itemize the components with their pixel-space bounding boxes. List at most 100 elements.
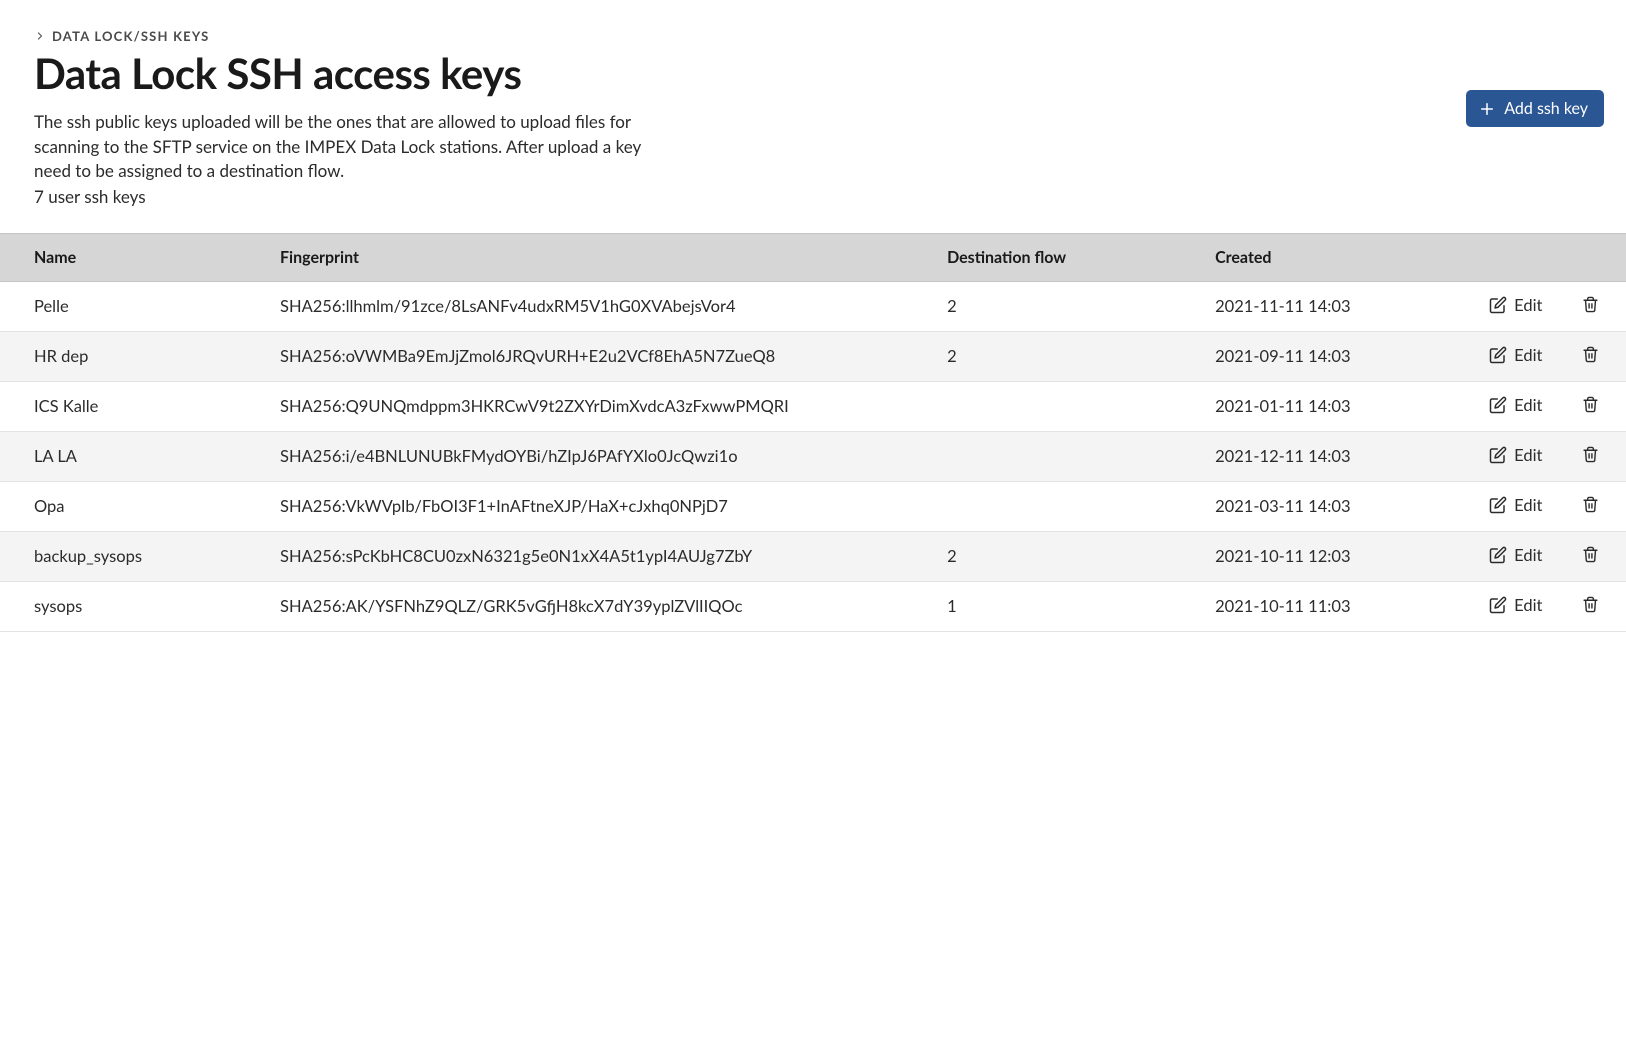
cell-name: sysops [0, 581, 268, 631]
edit-icon [1489, 596, 1507, 614]
page-description: The ssh public keys uploaded will be the… [34, 110, 674, 184]
table-row: backup_sysopsSHA256:sPcKbHC8CU0zxN6321g5… [0, 531, 1626, 581]
cell-edit: Edit [1447, 281, 1554, 331]
col-header-name[interactable]: Name [0, 233, 268, 281]
trash-icon [1582, 496, 1599, 513]
cell-created: 2021-12-11 14:03 [1203, 431, 1447, 481]
edit-button[interactable]: Edit [1489, 595, 1542, 615]
cell-fingerprint: SHA256:AK/YSFNhZ9QLZ/GRK5vGfjH8kcX7dY39y… [268, 581, 935, 631]
cell-created: 2021-11-11 14:03 [1203, 281, 1447, 331]
delete-button[interactable] [1582, 296, 1599, 313]
plus-icon [1478, 100, 1496, 118]
ssh-keys-table: Name Fingerprint Destination flow Create… [0, 233, 1626, 632]
col-header-actions-edit [1447, 233, 1554, 281]
edit-button[interactable]: Edit [1489, 445, 1542, 465]
breadcrumb-text: DATA LOCK/SSH KEYS [52, 28, 209, 44]
table-row: OpaSHA256:VkWVpIb/FbOI3F1+InAFtneXJP/HaX… [0, 481, 1626, 531]
edit-button[interactable]: Edit [1489, 495, 1542, 515]
cell-created: 2021-10-11 12:03 [1203, 531, 1447, 581]
trash-icon [1582, 546, 1599, 563]
edit-icon [1489, 396, 1507, 414]
cell-edit: Edit [1447, 481, 1554, 531]
trash-icon [1582, 396, 1599, 413]
table-row: ICS KalleSHA256:Q9UNQmdppm3HKRCwV9t2ZXYr… [0, 381, 1626, 431]
cell-name: LA LA [0, 431, 268, 481]
page-title: Data Lock SSH access keys [34, 48, 1592, 98]
cell-destination-flow: 2 [935, 331, 1203, 381]
col-header-destination[interactable]: Destination flow [935, 233, 1203, 281]
cell-delete [1554, 381, 1626, 431]
cell-delete [1554, 531, 1626, 581]
add-ssh-key-button[interactable]: Add ssh key [1466, 90, 1604, 127]
cell-fingerprint: SHA256:VkWVpIb/FbOI3F1+InAFtneXJP/HaX+cJ… [268, 481, 935, 531]
cell-destination-flow: 2 [935, 531, 1203, 581]
key-count: 7 user ssh keys [34, 186, 1592, 207]
delete-button[interactable] [1582, 496, 1599, 513]
cell-delete [1554, 431, 1626, 481]
delete-button[interactable] [1582, 346, 1599, 363]
cell-destination-flow: 1 [935, 581, 1203, 631]
cell-name: HR dep [0, 331, 268, 381]
cell-delete [1554, 281, 1626, 331]
edit-button[interactable]: Edit [1489, 345, 1542, 365]
cell-fingerprint: SHA256:i/e4BNLUNUBkFMydOYBi/hZIpJ6PAfYXl… [268, 431, 935, 481]
edit-label: Edit [1514, 345, 1542, 365]
edit-icon [1489, 546, 1507, 564]
edit-label: Edit [1514, 395, 1542, 415]
cell-edit: Edit [1447, 531, 1554, 581]
col-header-actions-delete [1554, 233, 1626, 281]
delete-button[interactable] [1582, 446, 1599, 463]
cell-destination-flow: 2 [935, 281, 1203, 331]
edit-label: Edit [1514, 445, 1542, 465]
cell-destination-flow [935, 381, 1203, 431]
cell-fingerprint: SHA256:llhmlm/91zce/8LsANFv4udxRM5V1hG0X… [268, 281, 935, 331]
cell-fingerprint: SHA256:sPcKbHC8CU0zxN6321g5e0N1xX4A5t1yp… [268, 531, 935, 581]
cell-delete [1554, 481, 1626, 531]
delete-button[interactable] [1582, 546, 1599, 563]
delete-button[interactable] [1582, 396, 1599, 413]
cell-fingerprint: SHA256:oVWMBa9EmJjZmol6JRQvURH+E2u2VCf8E… [268, 331, 935, 381]
trash-icon [1582, 346, 1599, 363]
edit-label: Edit [1514, 595, 1542, 615]
cell-name: ICS Kalle [0, 381, 268, 431]
edit-button[interactable]: Edit [1489, 545, 1542, 565]
edit-icon [1489, 496, 1507, 514]
add-button-label: Add ssh key [1504, 99, 1588, 118]
edit-label: Edit [1514, 295, 1542, 315]
cell-delete [1554, 581, 1626, 631]
trash-icon [1582, 596, 1599, 613]
cell-created: 2021-09-11 14:03 [1203, 331, 1447, 381]
cell-delete [1554, 331, 1626, 381]
edit-icon [1489, 446, 1507, 464]
cell-created: 2021-03-11 14:03 [1203, 481, 1447, 531]
cell-edit: Edit [1447, 431, 1554, 481]
edit-button[interactable]: Edit [1489, 295, 1542, 315]
cell-destination-flow [935, 481, 1203, 531]
table-row: PelleSHA256:llhmlm/91zce/8LsANFv4udxRM5V… [0, 281, 1626, 331]
cell-name: backup_sysops [0, 531, 268, 581]
delete-button[interactable] [1582, 596, 1599, 613]
cell-fingerprint: SHA256:Q9UNQmdppm3HKRCwV9t2ZXYrDimXvdcA3… [268, 381, 935, 431]
chevron-right-icon [34, 30, 46, 42]
cell-edit: Edit [1447, 581, 1554, 631]
cell-name: Pelle [0, 281, 268, 331]
cell-edit: Edit [1447, 331, 1554, 381]
edit-label: Edit [1514, 545, 1542, 565]
table-row: HR depSHA256:oVWMBa9EmJjZmol6JRQvURH+E2u… [0, 331, 1626, 381]
col-header-fingerprint[interactable]: Fingerprint [268, 233, 935, 281]
cell-name: Opa [0, 481, 268, 531]
col-header-created[interactable]: Created [1203, 233, 1447, 281]
cell-created: 2021-10-11 11:03 [1203, 581, 1447, 631]
cell-edit: Edit [1447, 381, 1554, 431]
trash-icon [1582, 296, 1599, 313]
edit-button[interactable]: Edit [1489, 395, 1542, 415]
cell-created: 2021-01-11 14:03 [1203, 381, 1447, 431]
edit-icon [1489, 346, 1507, 364]
edit-icon [1489, 296, 1507, 314]
table-row: sysopsSHA256:AK/YSFNhZ9QLZ/GRK5vGfjH8kcX… [0, 581, 1626, 631]
table-row: LA LASHA256:i/e4BNLUNUBkFMydOYBi/hZIpJ6P… [0, 431, 1626, 481]
trash-icon [1582, 446, 1599, 463]
edit-label: Edit [1514, 495, 1542, 515]
cell-destination-flow [935, 431, 1203, 481]
breadcrumb[interactable]: DATA LOCK/SSH KEYS [34, 28, 1592, 44]
